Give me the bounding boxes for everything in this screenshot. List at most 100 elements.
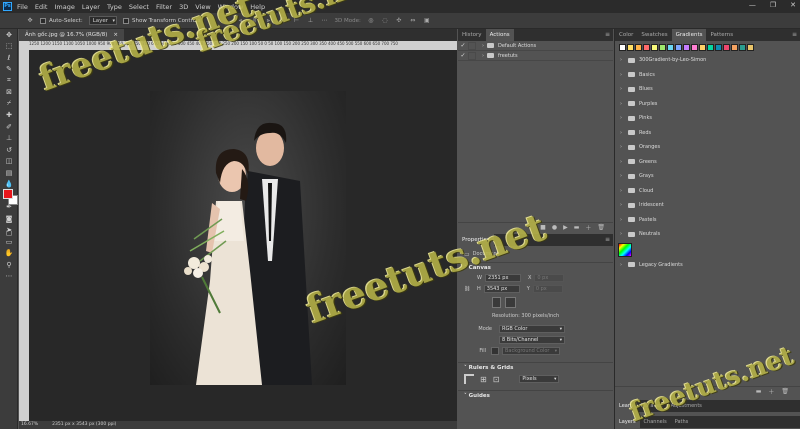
mode-dropdown[interactable]: RGB Color — [499, 324, 565, 333]
gradient-swatch[interactable] — [619, 43, 626, 51]
guides-title[interactable]: ˅ Guides — [458, 390, 613, 400]
expand-arrow-icon[interactable]: › — [620, 144, 628, 150]
gradient-group-row[interactable]: › Pastels — [615, 213, 800, 228]
expand-arrow-icon[interactable]: › — [620, 173, 628, 179]
tab-history[interactable]: History — [458, 29, 486, 41]
expand-arrow-icon[interactable]: › — [482, 53, 484, 59]
link-icon[interactable]: ⛓ — [464, 286, 474, 292]
tab-actions[interactable]: Actions — [485, 29, 514, 41]
fill-color-swatch[interactable] — [491, 346, 499, 355]
gradient-swatch[interactable] — [731, 43, 738, 51]
y-field[interactable]: 0 px — [532, 284, 563, 293]
auto-select-dropdown[interactable]: Layer — [88, 16, 118, 25]
expand-arrow-icon[interactable]: › — [620, 262, 628, 268]
expand-arrow-icon[interactable]: › — [482, 43, 484, 49]
expand-arrow-icon[interactable]: › — [620, 159, 628, 165]
gradient-swatch[interactable] — [667, 43, 674, 51]
roll-3d-icon[interactable]: ◌ — [381, 17, 389, 25]
foreground-color-swatch[interactable] — [3, 189, 13, 199]
gradient-swatch[interactable] — [707, 43, 714, 51]
expand-arrow-icon[interactable]: › — [620, 101, 628, 107]
quick-select-tool-icon[interactable]: ✎ — [0, 64, 18, 76]
gradient-swatch[interactable] — [715, 43, 722, 51]
expand-arrow-icon[interactable]: › — [620, 202, 628, 208]
gradient-preset-thumbnail[interactable] — [618, 242, 632, 257]
legacy-gradients-row[interactable]: › Legacy Gradients — [615, 258, 800, 273]
expand-arrow-icon[interactable]: › — [620, 231, 628, 237]
guides-icon[interactable]: ⊡ — [493, 375, 500, 384]
minimize-button[interactable]: — — [749, 1, 756, 9]
scale-3d-icon[interactable]: ▣ — [423, 17, 431, 25]
screen-mode-icon[interactable]: ▢ — [0, 227, 18, 239]
gradient-swatch[interactable] — [683, 43, 690, 51]
portrait-icon[interactable] — [492, 296, 501, 308]
more-options-icon[interactable]: ⋯ — [320, 17, 328, 25]
color-picker[interactable] — [3, 189, 18, 207]
slide-3d-icon[interactable]: ⇔ — [409, 17, 417, 25]
action-set-row[interactable]: ✓ › freetuts — [458, 51, 613, 61]
clone-stamp-tool-icon[interactable]: ⊥ — [0, 133, 18, 145]
tab-patterns[interactable]: Patterns — [706, 29, 737, 41]
fill-dropdown[interactable]: Background Color — [502, 346, 560, 355]
expand-arrow-icon[interactable]: › — [620, 217, 628, 223]
gradient-group-row[interactable]: › Blues — [615, 82, 800, 97]
new-set-icon[interactable]: ▬ — [574, 224, 580, 231]
gradient-swatch[interactable] — [659, 43, 666, 51]
delete-icon[interactable]: 🗑 — [597, 224, 605, 231]
healing-brush-tool-icon[interactable]: ✚ — [0, 110, 18, 122]
wedding-photo[interactable] — [150, 91, 346, 385]
zoom-tool-icon[interactable]: ⚲ — [0, 259, 18, 271]
gradient-group-row[interactable]: › Oranges — [615, 140, 800, 155]
menu-layer[interactable]: Layer — [82, 3, 100, 11]
new-gradient-icon[interactable]: ＋ — [768, 387, 774, 396]
gradient-swatch[interactable] — [691, 43, 698, 51]
drag-3d-icon[interactable]: ✣ — [395, 17, 403, 25]
tab-gradients[interactable]: Gradients — [671, 29, 707, 41]
menu-file[interactable]: File — [17, 3, 28, 11]
frame-tool-icon[interactable]: ⊠ — [0, 87, 18, 99]
gradient-group-row[interactable]: › Greens — [615, 155, 800, 170]
eraser-tool-icon[interactable]: ◫ — [0, 156, 18, 168]
record-icon[interactable]: ● — [552, 224, 557, 231]
marquee-tool-icon[interactable]: ⬚ — [0, 41, 18, 53]
auto-select-option[interactable]: Auto-Select: — [40, 17, 83, 24]
gradient-group-row[interactable]: › Reds — [615, 126, 800, 141]
new-group-icon[interactable]: ▬ — [756, 388, 762, 395]
rulers-grids-title[interactable]: ˅ Rulers & Grids — [458, 362, 613, 372]
history-brush-tool-icon[interactable]: ↺ — [0, 144, 18, 156]
panel-menu-icon[interactable]: ≡ — [605, 29, 610, 41]
dialog-toggle[interactable] — [468, 41, 476, 50]
width-field[interactable]: 2351 px — [484, 273, 521, 282]
gradient-swatch[interactable] — [747, 43, 754, 51]
tab-paths[interactable]: Paths — [671, 416, 693, 428]
expand-arrow-icon[interactable]: › — [620, 86, 628, 92]
check-icon[interactable]: ✓ — [458, 42, 468, 49]
menu-select[interactable]: Select — [129, 3, 149, 11]
tab-swatches[interactable]: Swatches — [637, 29, 671, 41]
gradient-group-row[interactable]: › Pinks — [615, 111, 800, 126]
tab-color[interactable]: Color — [615, 29, 637, 41]
gradient-group-row[interactable]: › Purples — [615, 97, 800, 112]
grid-icon[interactable]: ⊞ — [480, 375, 487, 384]
x-field[interactable]: 0 px — [534, 273, 565, 282]
check-icon[interactable]: ✓ — [458, 52, 468, 59]
auto-select-checkbox[interactable] — [40, 17, 46, 24]
menu-filter[interactable]: Filter — [156, 3, 172, 11]
gradient-swatch[interactable] — [627, 43, 634, 51]
height-field[interactable]: 3543 px — [483, 284, 520, 293]
gradient-swatch[interactable] — [699, 43, 706, 51]
gradient-swatch[interactable] — [675, 43, 682, 51]
expand-arrow-icon[interactable]: › — [620, 115, 628, 121]
gradient-group-row[interactable]: › Neutrals — [615, 227, 800, 242]
expand-arrow-icon[interactable]: › — [620, 72, 628, 78]
transform-controls-checkbox[interactable] — [123, 17, 130, 24]
gradient-swatch[interactable] — [643, 43, 650, 51]
expand-arrow-icon[interactable]: › — [620, 130, 628, 136]
gradient-group-row[interactable]: › Iridescent — [615, 198, 800, 213]
action-set-row[interactable]: ✓ › Default Actions — [458, 41, 613, 51]
gradient-group-row[interactable]: › Cloud — [615, 184, 800, 199]
more-tools-icon[interactable]: ⋯ — [0, 271, 18, 283]
gradient-swatch[interactable] — [635, 43, 642, 51]
units-dropdown[interactable]: Pixels — [519, 375, 560, 383]
play-icon[interactable]: ▶ — [563, 224, 568, 231]
